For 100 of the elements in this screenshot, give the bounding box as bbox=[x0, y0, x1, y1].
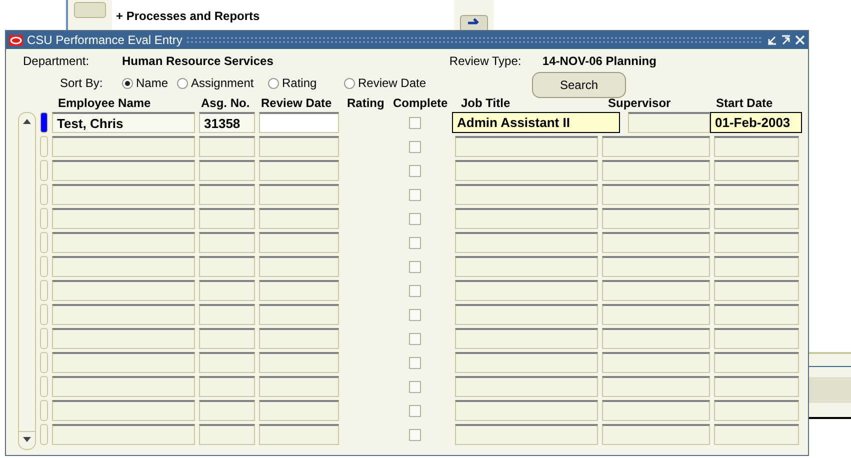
start-date-field[interactable] bbox=[714, 160, 799, 181]
complete-checkbox[interactable] bbox=[409, 117, 421, 129]
review-date-field[interactable] bbox=[259, 304, 339, 325]
menu-item[interactable]: + Processes and Reports bbox=[116, 9, 260, 24]
start-date-field[interactable] bbox=[714, 376, 799, 397]
complete-checkbox[interactable] bbox=[409, 141, 421, 153]
employee-name-field[interactable] bbox=[52, 304, 195, 325]
supervisor-field[interactable] bbox=[602, 136, 710, 157]
asg-no-field[interactable] bbox=[199, 136, 255, 157]
asg-no-field[interactable] bbox=[199, 160, 255, 181]
complete-checkbox[interactable] bbox=[409, 333, 421, 345]
job-title-field[interactable] bbox=[455, 280, 598, 301]
minimize-icon[interactable] bbox=[767, 35, 778, 45]
start-date-field[interactable]: 01-Feb-2003 bbox=[710, 112, 802, 133]
job-title-field[interactable] bbox=[455, 424, 598, 445]
scroll-up-icon[interactable] bbox=[23, 118, 31, 124]
review-date-field[interactable] bbox=[259, 136, 339, 157]
supervisor-field[interactable] bbox=[602, 280, 710, 301]
start-date-field[interactable] bbox=[714, 208, 799, 229]
start-date-field[interactable] bbox=[714, 280, 799, 301]
asg-no-field[interactable] bbox=[199, 304, 255, 325]
employee-name-field[interactable] bbox=[52, 352, 195, 373]
maximize-icon[interactable] bbox=[781, 35, 792, 45]
review-date-field[interactable] bbox=[259, 424, 339, 445]
employee-name-field[interactable] bbox=[52, 376, 195, 397]
asg-no-field[interactable] bbox=[199, 208, 255, 229]
scrollbar[interactable] bbox=[18, 112, 36, 450]
review-date-field[interactable] bbox=[259, 280, 339, 301]
employee-name-field[interactable] bbox=[52, 256, 195, 277]
scroll-down-icon[interactable] bbox=[23, 437, 31, 443]
job-title-field[interactable] bbox=[455, 160, 598, 181]
review-date-field[interactable] bbox=[259, 184, 339, 205]
job-title-field[interactable]: Admin Assistant II bbox=[452, 112, 620, 133]
supervisor-field[interactable] bbox=[602, 352, 710, 373]
employee-name-field[interactable] bbox=[52, 280, 195, 301]
supervisor-field[interactable] bbox=[602, 256, 710, 277]
start-date-field[interactable] bbox=[714, 184, 799, 205]
arrow-button[interactable] bbox=[460, 15, 488, 30]
employee-name-field[interactable] bbox=[52, 400, 195, 421]
job-title-field[interactable] bbox=[455, 136, 598, 157]
complete-checkbox[interactable] bbox=[409, 405, 421, 417]
complete-checkbox[interactable] bbox=[409, 285, 421, 297]
start-date-field[interactable] bbox=[714, 136, 799, 157]
complete-checkbox[interactable] bbox=[409, 237, 421, 249]
review-date-field[interactable] bbox=[259, 112, 339, 133]
sort-radio[interactable]: Rating bbox=[268, 76, 344, 90]
asg-no-field[interactable] bbox=[199, 352, 255, 373]
supervisor-field[interactable] bbox=[628, 112, 710, 133]
asg-no-field[interactable]: 31358 bbox=[199, 112, 255, 133]
asg-no-field[interactable] bbox=[199, 280, 255, 301]
start-date-field[interactable] bbox=[714, 400, 799, 421]
complete-checkbox[interactable] bbox=[409, 189, 421, 201]
job-title-field[interactable] bbox=[455, 304, 598, 325]
asg-no-field[interactable] bbox=[199, 400, 255, 421]
supervisor-field[interactable] bbox=[602, 424, 710, 445]
asg-no-field[interactable] bbox=[199, 328, 255, 349]
job-title-field[interactable] bbox=[455, 376, 598, 397]
supervisor-field[interactable] bbox=[602, 304, 710, 325]
supervisor-field[interactable] bbox=[602, 208, 710, 229]
search-button[interactable]: Search bbox=[532, 72, 626, 98]
employee-name-field[interactable] bbox=[52, 184, 195, 205]
complete-checkbox[interactable] bbox=[409, 213, 421, 225]
asg-no-field[interactable] bbox=[199, 424, 255, 445]
supervisor-field[interactable] bbox=[602, 376, 710, 397]
employee-name-field[interactable] bbox=[52, 424, 195, 445]
start-date-field[interactable] bbox=[714, 328, 799, 349]
start-date-field[interactable] bbox=[714, 304, 799, 325]
start-date-field[interactable] bbox=[714, 232, 799, 253]
asg-no-field[interactable] bbox=[199, 376, 255, 397]
review-date-field[interactable] bbox=[259, 328, 339, 349]
job-title-field[interactable] bbox=[455, 352, 598, 373]
start-date-field[interactable] bbox=[714, 424, 799, 445]
employee-name-field[interactable] bbox=[52, 160, 195, 181]
employee-name-field[interactable]: Test, Chris bbox=[52, 112, 195, 133]
sort-radio[interactable]: Review Date bbox=[344, 76, 434, 90]
review-date-field[interactable] bbox=[259, 352, 339, 373]
employee-name-field[interactable] bbox=[52, 136, 195, 157]
review-date-field[interactable] bbox=[259, 376, 339, 397]
complete-checkbox[interactable] bbox=[409, 261, 421, 273]
job-title-field[interactable] bbox=[455, 208, 598, 229]
complete-checkbox[interactable] bbox=[409, 309, 421, 321]
sort-radio[interactable]: Name bbox=[122, 76, 177, 90]
review-date-field[interactable] bbox=[259, 256, 339, 277]
job-title-field[interactable] bbox=[455, 328, 598, 349]
review-date-field[interactable] bbox=[259, 208, 339, 229]
job-title-field[interactable] bbox=[455, 232, 598, 253]
record-indicator[interactable] bbox=[40, 112, 48, 133]
job-title-field[interactable] bbox=[455, 256, 598, 277]
review-date-field[interactable] bbox=[259, 232, 339, 253]
job-title-field[interactable] bbox=[455, 184, 598, 205]
supervisor-field[interactable] bbox=[602, 400, 710, 421]
complete-checkbox[interactable] bbox=[409, 357, 421, 369]
start-date-field[interactable] bbox=[714, 352, 799, 373]
complete-checkbox[interactable] bbox=[409, 429, 421, 441]
start-date-field[interactable] bbox=[714, 256, 799, 277]
employee-name-field[interactable] bbox=[52, 208, 195, 229]
sort-radio[interactable]: Assignment bbox=[177, 76, 268, 90]
asg-no-field[interactable] bbox=[199, 256, 255, 277]
asg-no-field[interactable] bbox=[199, 232, 255, 253]
asg-no-field[interactable] bbox=[199, 184, 255, 205]
